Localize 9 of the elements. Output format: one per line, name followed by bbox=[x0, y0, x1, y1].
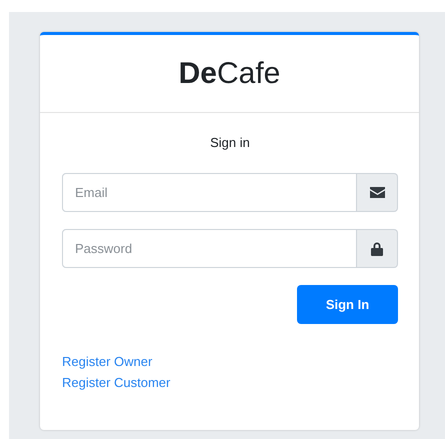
input-field[interactable]: Email bbox=[62, 173, 357, 212]
sign-in-heading: Sign in bbox=[209, 135, 251, 150]
logo: DeCafe bbox=[178, 56, 280, 90]
sign-in-button[interactable]: Sign In bbox=[297, 285, 398, 324]
envelope-icon bbox=[370, 187, 384, 198]
register-link[interactable]: Register Customer bbox=[62, 375, 170, 390]
register-link[interactable]: Register Owner bbox=[62, 354, 152, 369]
input-field[interactable]: Password bbox=[62, 229, 357, 268]
lock-icon bbox=[371, 242, 383, 256]
